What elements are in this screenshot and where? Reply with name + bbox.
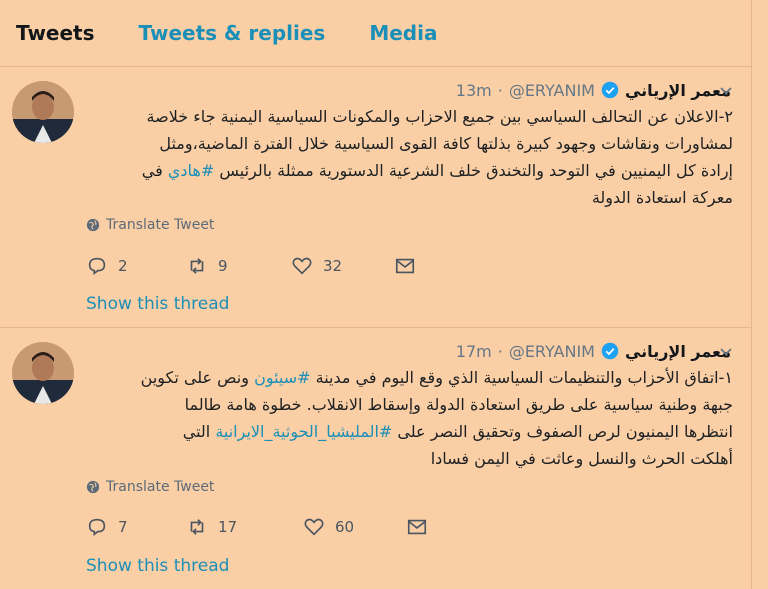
like-action[interactable]: 32	[291, 255, 394, 277]
tab-tweets[interactable]: Tweets	[16, 21, 95, 45]
tweet-text-line: ٢-الاعلان عن التحالف السياسي بين جميع ال…	[146, 107, 733, 126]
reply-count: 7	[118, 518, 128, 536]
tweet-text-segment: التي	[182, 422, 211, 441]
author-handle[interactable]: @ERYANIM	[509, 81, 595, 100]
tweet-text-line: لمشاورات ونقاشات وجهود كبيرة بذلتها كافة…	[159, 134, 733, 153]
tweet-text-line: جبهة وطنية سياسية على طريق استعادة الدول…	[184, 395, 733, 414]
tweet-text: ١-اتفاق الأحزاب والتنظيمات السياسية الذي…	[86, 364, 733, 472]
tweet[interactable]: معمر الإرياني @ERYANIM · 13m ٢-الاعلان ع…	[0, 67, 751, 328]
chevron-down-icon[interactable]	[719, 344, 733, 358]
hashtag-link[interactable]: #هادي	[168, 161, 214, 180]
reply-icon	[88, 257, 106, 275]
tweet-actions: 7 17 60	[86, 516, 428, 538]
like-count: 32	[323, 257, 343, 275]
tweet-text-line: معركة استعادة الدولة	[591, 188, 733, 207]
direct-message-action[interactable]	[406, 516, 428, 538]
tweet-text-segment: انتظرها اليمنيون لرص الصفوف وتحقيق النصر…	[397, 422, 733, 441]
tweet[interactable]: معمر الإرياني @ERYANIM · 17m ١-اتفاق الأ…	[0, 328, 751, 589]
retweet-action[interactable]: 17	[186, 516, 303, 538]
tweet-time[interactable]: 13m	[456, 81, 492, 100]
avatar[interactable]	[12, 81, 74, 143]
hashtag-link[interactable]: #المليشيا_الحوثية_الايرانية	[215, 422, 392, 441]
separator-dot: ·	[497, 341, 503, 361]
tab-tweets-and-replies[interactable]: Tweets & replies	[139, 21, 326, 45]
tweet-header: معمر الإرياني @ERYANIM · 17m	[456, 340, 731, 362]
translate-tweet[interactable]: Translate Tweet	[86, 217, 214, 233]
tweet-actions: 2 9 32	[86, 255, 416, 277]
tweet-time[interactable]: 17m	[456, 342, 492, 361]
tweet-text-segment: ونص على تكوين	[140, 368, 249, 387]
like-count: 60	[335, 518, 355, 536]
tweet-text-segment: ١-اتفاق الأحزاب والتنظيمات السياسية الذي…	[315, 368, 733, 387]
chevron-down-icon[interactable]	[719, 83, 733, 97]
separator-dot: ·	[497, 80, 503, 100]
retweet-count: 9	[218, 257, 228, 275]
envelope-icon	[407, 519, 427, 535]
reply-action[interactable]: 2	[86, 255, 186, 277]
retweet-icon	[190, 519, 204, 535]
tweet-text-segment: إرادة كل اليمنيين في التوحد والتخندق خلف…	[219, 161, 733, 180]
tweet-text: ٢-الاعلان عن التحالف السياسي بين جميع ال…	[86, 103, 733, 211]
tab-media[interactable]: Media	[369, 21, 437, 45]
tweet-text-segment: في	[141, 161, 163, 180]
avatar[interactable]	[12, 342, 74, 404]
translate-label: Translate Tweet	[106, 217, 215, 233]
heart-icon	[304, 518, 324, 536]
globe-icon	[86, 480, 100, 494]
reply-action[interactable]: 7	[86, 516, 186, 538]
verified-badge-icon	[601, 342, 619, 360]
reply-icon	[88, 518, 106, 536]
tweet-text-line: أهلكت الحرث والنسل وعاثت في اليمن فسادا	[430, 449, 733, 468]
profile-tabs: Tweets Tweets & replies Media	[0, 0, 751, 67]
direct-message-action[interactable]	[394, 255, 416, 277]
tweet-text-line: انتظرها اليمنيون لرص الصفوف وتحقيق النصر…	[86, 418, 733, 445]
tweet-text-line: ١-اتفاق الأحزاب والتنظيمات السياسية الذي…	[86, 364, 733, 391]
show-thread-link[interactable]: Show this thread	[86, 294, 229, 314]
hashtag-link[interactable]: #سيئون	[254, 368, 310, 387]
translate-label: Translate Tweet	[106, 479, 215, 495]
heart-icon	[292, 257, 312, 275]
author-name[interactable]: معمر الإرياني	[625, 342, 731, 361]
timeline: Tweets Tweets & replies Media معمر الإري…	[0, 0, 752, 589]
tweet-text-line: إرادة كل اليمنيين في التوحد والتخندق خلف…	[86, 157, 733, 184]
retweet-action[interactable]: 9	[186, 255, 291, 277]
tweet-header: معمر الإرياني @ERYANIM · 13m	[456, 79, 731, 101]
reply-count: 2	[118, 257, 128, 275]
verified-badge-icon	[601, 81, 619, 99]
show-thread-link[interactable]: Show this thread	[86, 556, 229, 576]
envelope-icon	[395, 258, 415, 274]
retweet-count: 17	[218, 518, 238, 536]
author-handle[interactable]: @ERYANIM	[509, 342, 595, 361]
author-name[interactable]: معمر الإرياني	[625, 81, 731, 100]
retweet-icon	[190, 258, 204, 274]
like-action[interactable]: 60	[303, 516, 406, 538]
globe-icon	[86, 218, 100, 232]
translate-tweet[interactable]: Translate Tweet	[86, 479, 214, 495]
